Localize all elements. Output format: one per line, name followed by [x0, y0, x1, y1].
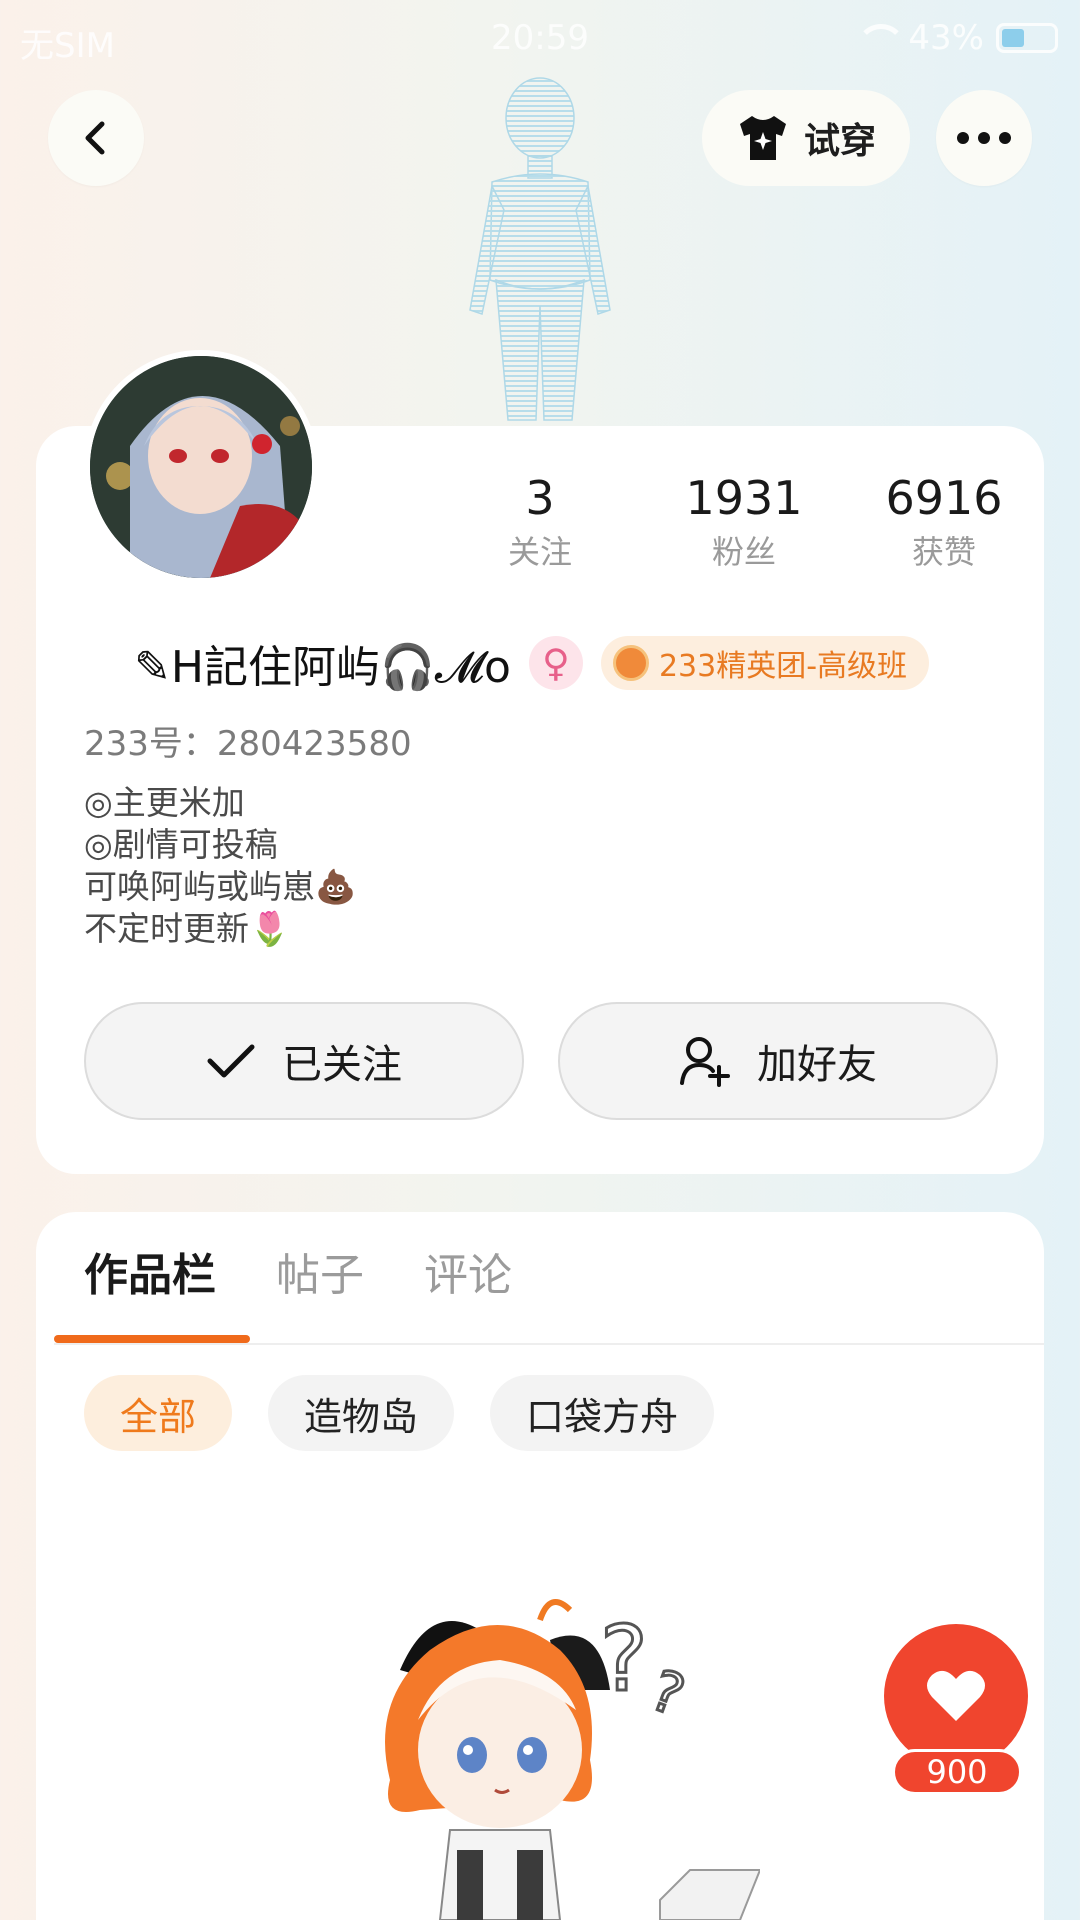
status-right: 43%	[856, 18, 1058, 58]
like-button[interactable]	[884, 1624, 1028, 1768]
user-id: 233号：280423580	[84, 724, 412, 764]
checkmark-icon	[207, 1044, 255, 1078]
more-dots-icon	[957, 132, 1011, 144]
avatar-image	[90, 356, 312, 578]
user-name: ✎H記住阿屿🎧𝓜o	[134, 642, 511, 693]
female-gender-icon: ♀	[528, 636, 583, 690]
bio-line: 不定时更新🌷	[84, 909, 291, 948]
bio: ◎主更米加 ◎剧情可投稿 可唤阿屿或屿崽💩 不定时更新🌷	[84, 782, 356, 950]
try-on-button[interactable]: 试穿	[702, 90, 910, 186]
battery-percent: 43%	[908, 18, 984, 58]
name-row: ✎H記住阿屿🎧𝓜o ♀ 233精英团-高级班	[134, 633, 930, 693]
filter-all[interactable]: 全部	[84, 1375, 233, 1451]
stat-likes-received[interactable]: 6916 获赞	[844, 468, 1044, 574]
more-button[interactable]	[936, 90, 1032, 186]
stat-label: 粉丝	[711, 533, 776, 571]
tab-divider	[54, 1343, 1044, 1345]
back-arrow-icon	[85, 121, 105, 155]
stat-label: 关注	[507, 533, 572, 571]
add-friend-button[interactable]: 加好友	[558, 1002, 998, 1120]
stat-label: 获赞	[911, 533, 976, 571]
stat-following[interactable]: 3 关注	[440, 468, 640, 574]
bio-line: 可唤阿屿或屿崽💩	[84, 867, 357, 906]
status-bar: 无SIM 20:59 43%	[0, 0, 1080, 78]
active-tab-indicator	[54, 1335, 250, 1343]
stat-value: 1931	[685, 471, 803, 525]
badge-label: 233精英团-高级班	[658, 649, 908, 684]
filter-pocket-ark[interactable]: 口袋方舟	[490, 1375, 715, 1451]
tab-comments[interactable]: 评论	[424, 1246, 512, 1326]
like-count: 900	[892, 1749, 1022, 1795]
stat-value: 6916	[885, 471, 1003, 525]
tab-posts[interactable]: 帖子	[276, 1246, 364, 1326]
rank-badge[interactable]: 233精英团-高级班	[600, 636, 930, 690]
tab-bar: 作品栏 帖子 评论	[84, 1246, 512, 1326]
wifi-icon	[856, 24, 907, 52]
bio-line: ◎剧情可投稿	[84, 825, 278, 864]
battery-icon	[996, 23, 1058, 53]
stat-value: 3	[525, 471, 555, 525]
svg-text:?: ?	[600, 1607, 648, 1712]
avatar-silhouette-figure	[469, 77, 611, 421]
filter-chips: 全部 造物岛 口袋方舟	[84, 1375, 715, 1451]
try-on-label: 试穿	[803, 121, 876, 162]
svg-text:?: ?	[642, 1658, 692, 1729]
badge-emblem-icon	[612, 645, 649, 681]
filter-creation-island[interactable]: 造物岛	[268, 1375, 455, 1451]
stats-row: 3 关注 1931 粉丝 6916 获赞	[440, 468, 1040, 588]
add-friend-label: 加好友	[757, 1042, 877, 1088]
add-user-icon	[680, 1037, 730, 1087]
stat-followers[interactable]: 1931 粉丝	[644, 468, 844, 574]
heart-icon	[927, 1670, 985, 1721]
followed-button[interactable]: 已关注	[84, 1002, 524, 1120]
shirt-sparkle-icon	[739, 116, 786, 160]
tab-works[interactable]: 作品栏	[84, 1246, 216, 1326]
bio-line: ◎主更米加	[84, 783, 245, 822]
empty-state-mascot-illustration: ? ?	[385, 1599, 760, 1920]
back-button[interactable]	[48, 90, 144, 186]
avatar[interactable]	[84, 350, 318, 584]
followed-label: 已关注	[282, 1042, 402, 1088]
